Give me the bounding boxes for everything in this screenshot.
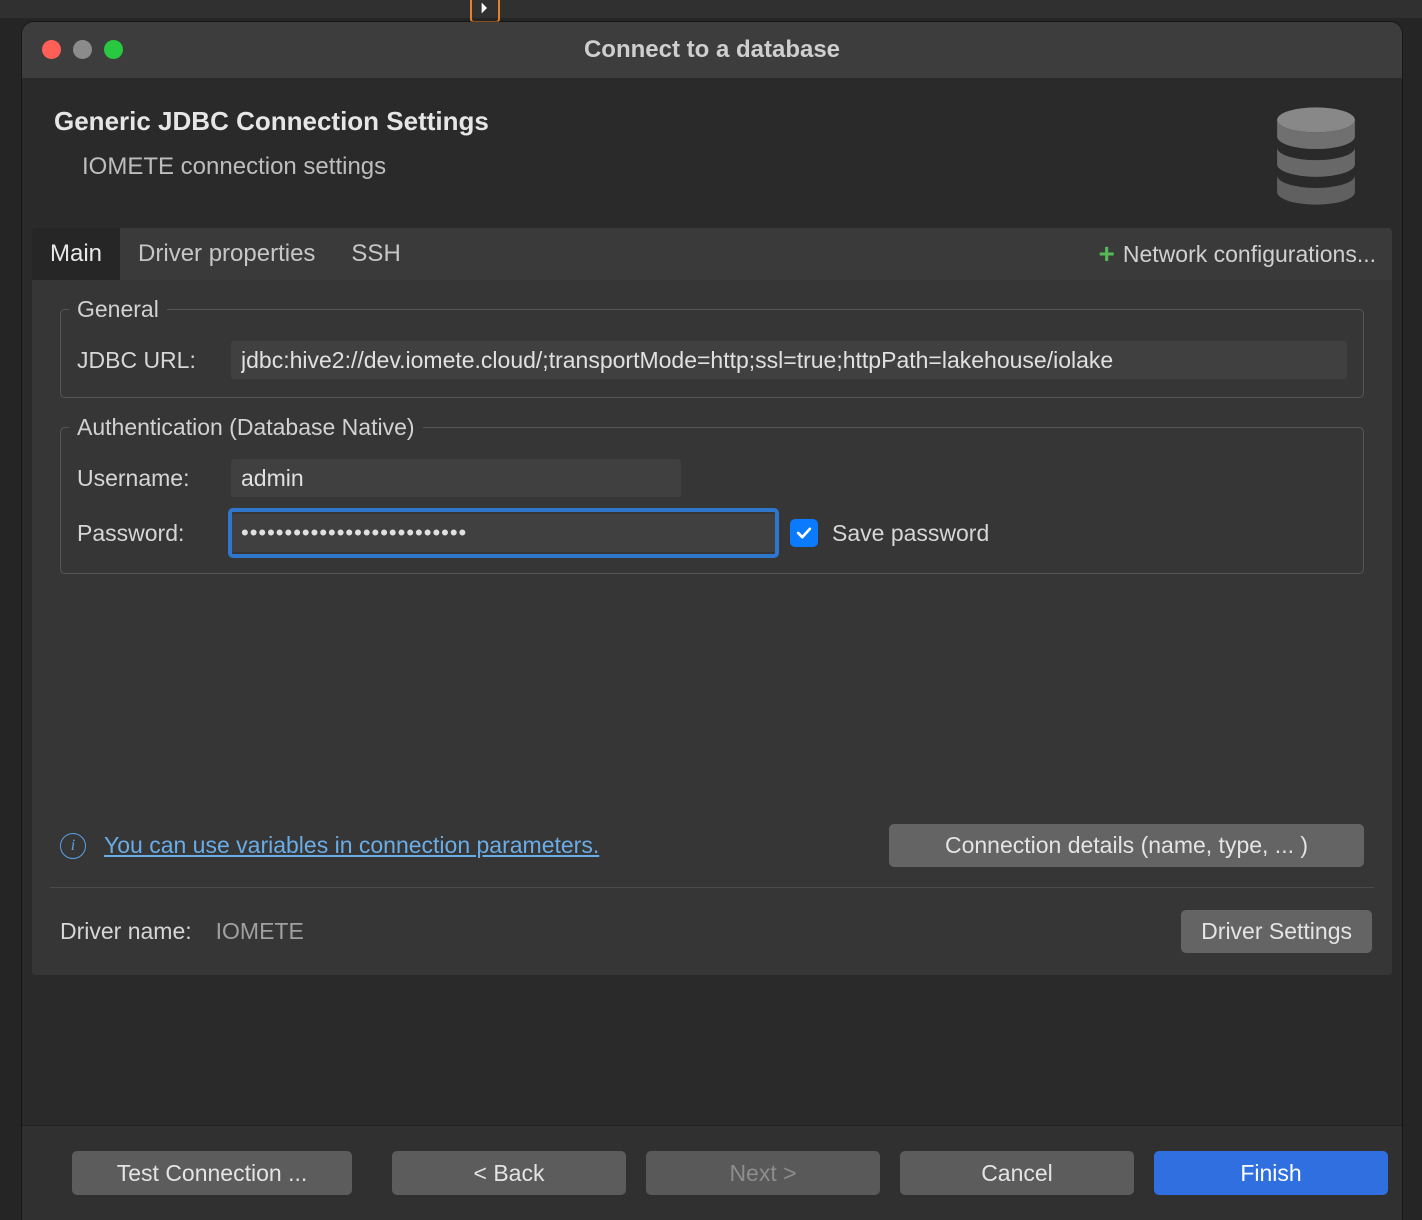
authentication-legend: Authentication (Database Native): [69, 414, 423, 441]
tabs-row: Main Driver properties SSH + Network con…: [32, 228, 1392, 280]
app-toolbar-strip: [0, 0, 1422, 18]
driver-name-label: Driver name:: [60, 918, 192, 945]
next-button: Next >: [646, 1151, 880, 1195]
driver-name-value: IOMETE: [216, 918, 304, 945]
authentication-group: Authentication (Database Native) Usernam…: [60, 414, 1364, 574]
titlebar[interactable]: Connect to a database: [22, 22, 1402, 78]
window-minimize-button[interactable]: [73, 40, 92, 59]
jdbc-url-input[interactable]: [231, 341, 1347, 379]
test-connection-button[interactable]: Test Connection ...: [72, 1151, 352, 1195]
database-icon: [1272, 106, 1360, 206]
save-password-checkbox[interactable]: [790, 519, 818, 547]
password-input[interactable]: [231, 514, 776, 552]
connection-details-button[interactable]: Connection details (name, type, ... ): [889, 824, 1364, 867]
page-subtitle: IOMETE connection settings: [82, 153, 1272, 181]
driver-settings-button[interactable]: Driver Settings: [1181, 910, 1372, 953]
tab-driver-properties[interactable]: Driver properties: [120, 228, 333, 280]
jdbc-url-label: JDBC URL:: [77, 347, 217, 374]
finish-button[interactable]: Finish: [1154, 1151, 1388, 1195]
save-password-label: Save password: [832, 520, 989, 547]
password-label: Password:: [77, 520, 217, 547]
network-configurations-button[interactable]: + Network configurations...: [1083, 228, 1392, 280]
network-configurations-label: Network configurations...: [1123, 241, 1376, 268]
dialog-title: Connect to a database: [22, 36, 1402, 64]
variables-info-link[interactable]: You can use variables in connection para…: [104, 832, 599, 859]
window-close-button[interactable]: [42, 40, 61, 59]
sql-file-icon: [470, 0, 500, 23]
back-button[interactable]: < Back: [392, 1151, 626, 1195]
username-label: Username:: [77, 465, 217, 492]
tab-ssh[interactable]: SSH: [333, 228, 418, 280]
settings-panel: Main Driver properties SSH + Network con…: [32, 228, 1392, 975]
connect-database-dialog: Connect to a database Generic JDBC Conne…: [22, 22, 1402, 1220]
cancel-button[interactable]: Cancel: [900, 1151, 1134, 1195]
general-group: General JDBC URL:: [60, 296, 1364, 398]
page-title: Generic JDBC Connection Settings: [54, 106, 1272, 137]
plus-icon: +: [1099, 240, 1115, 268]
wizard-footer: Test Connection ... < Back Next > Cancel…: [22, 1125, 1402, 1220]
window-zoom-button[interactable]: [104, 40, 123, 59]
general-legend: General: [69, 296, 167, 323]
tab-main[interactable]: Main: [32, 228, 120, 280]
username-input[interactable]: [231, 459, 681, 497]
info-icon: i: [60, 833, 86, 859]
